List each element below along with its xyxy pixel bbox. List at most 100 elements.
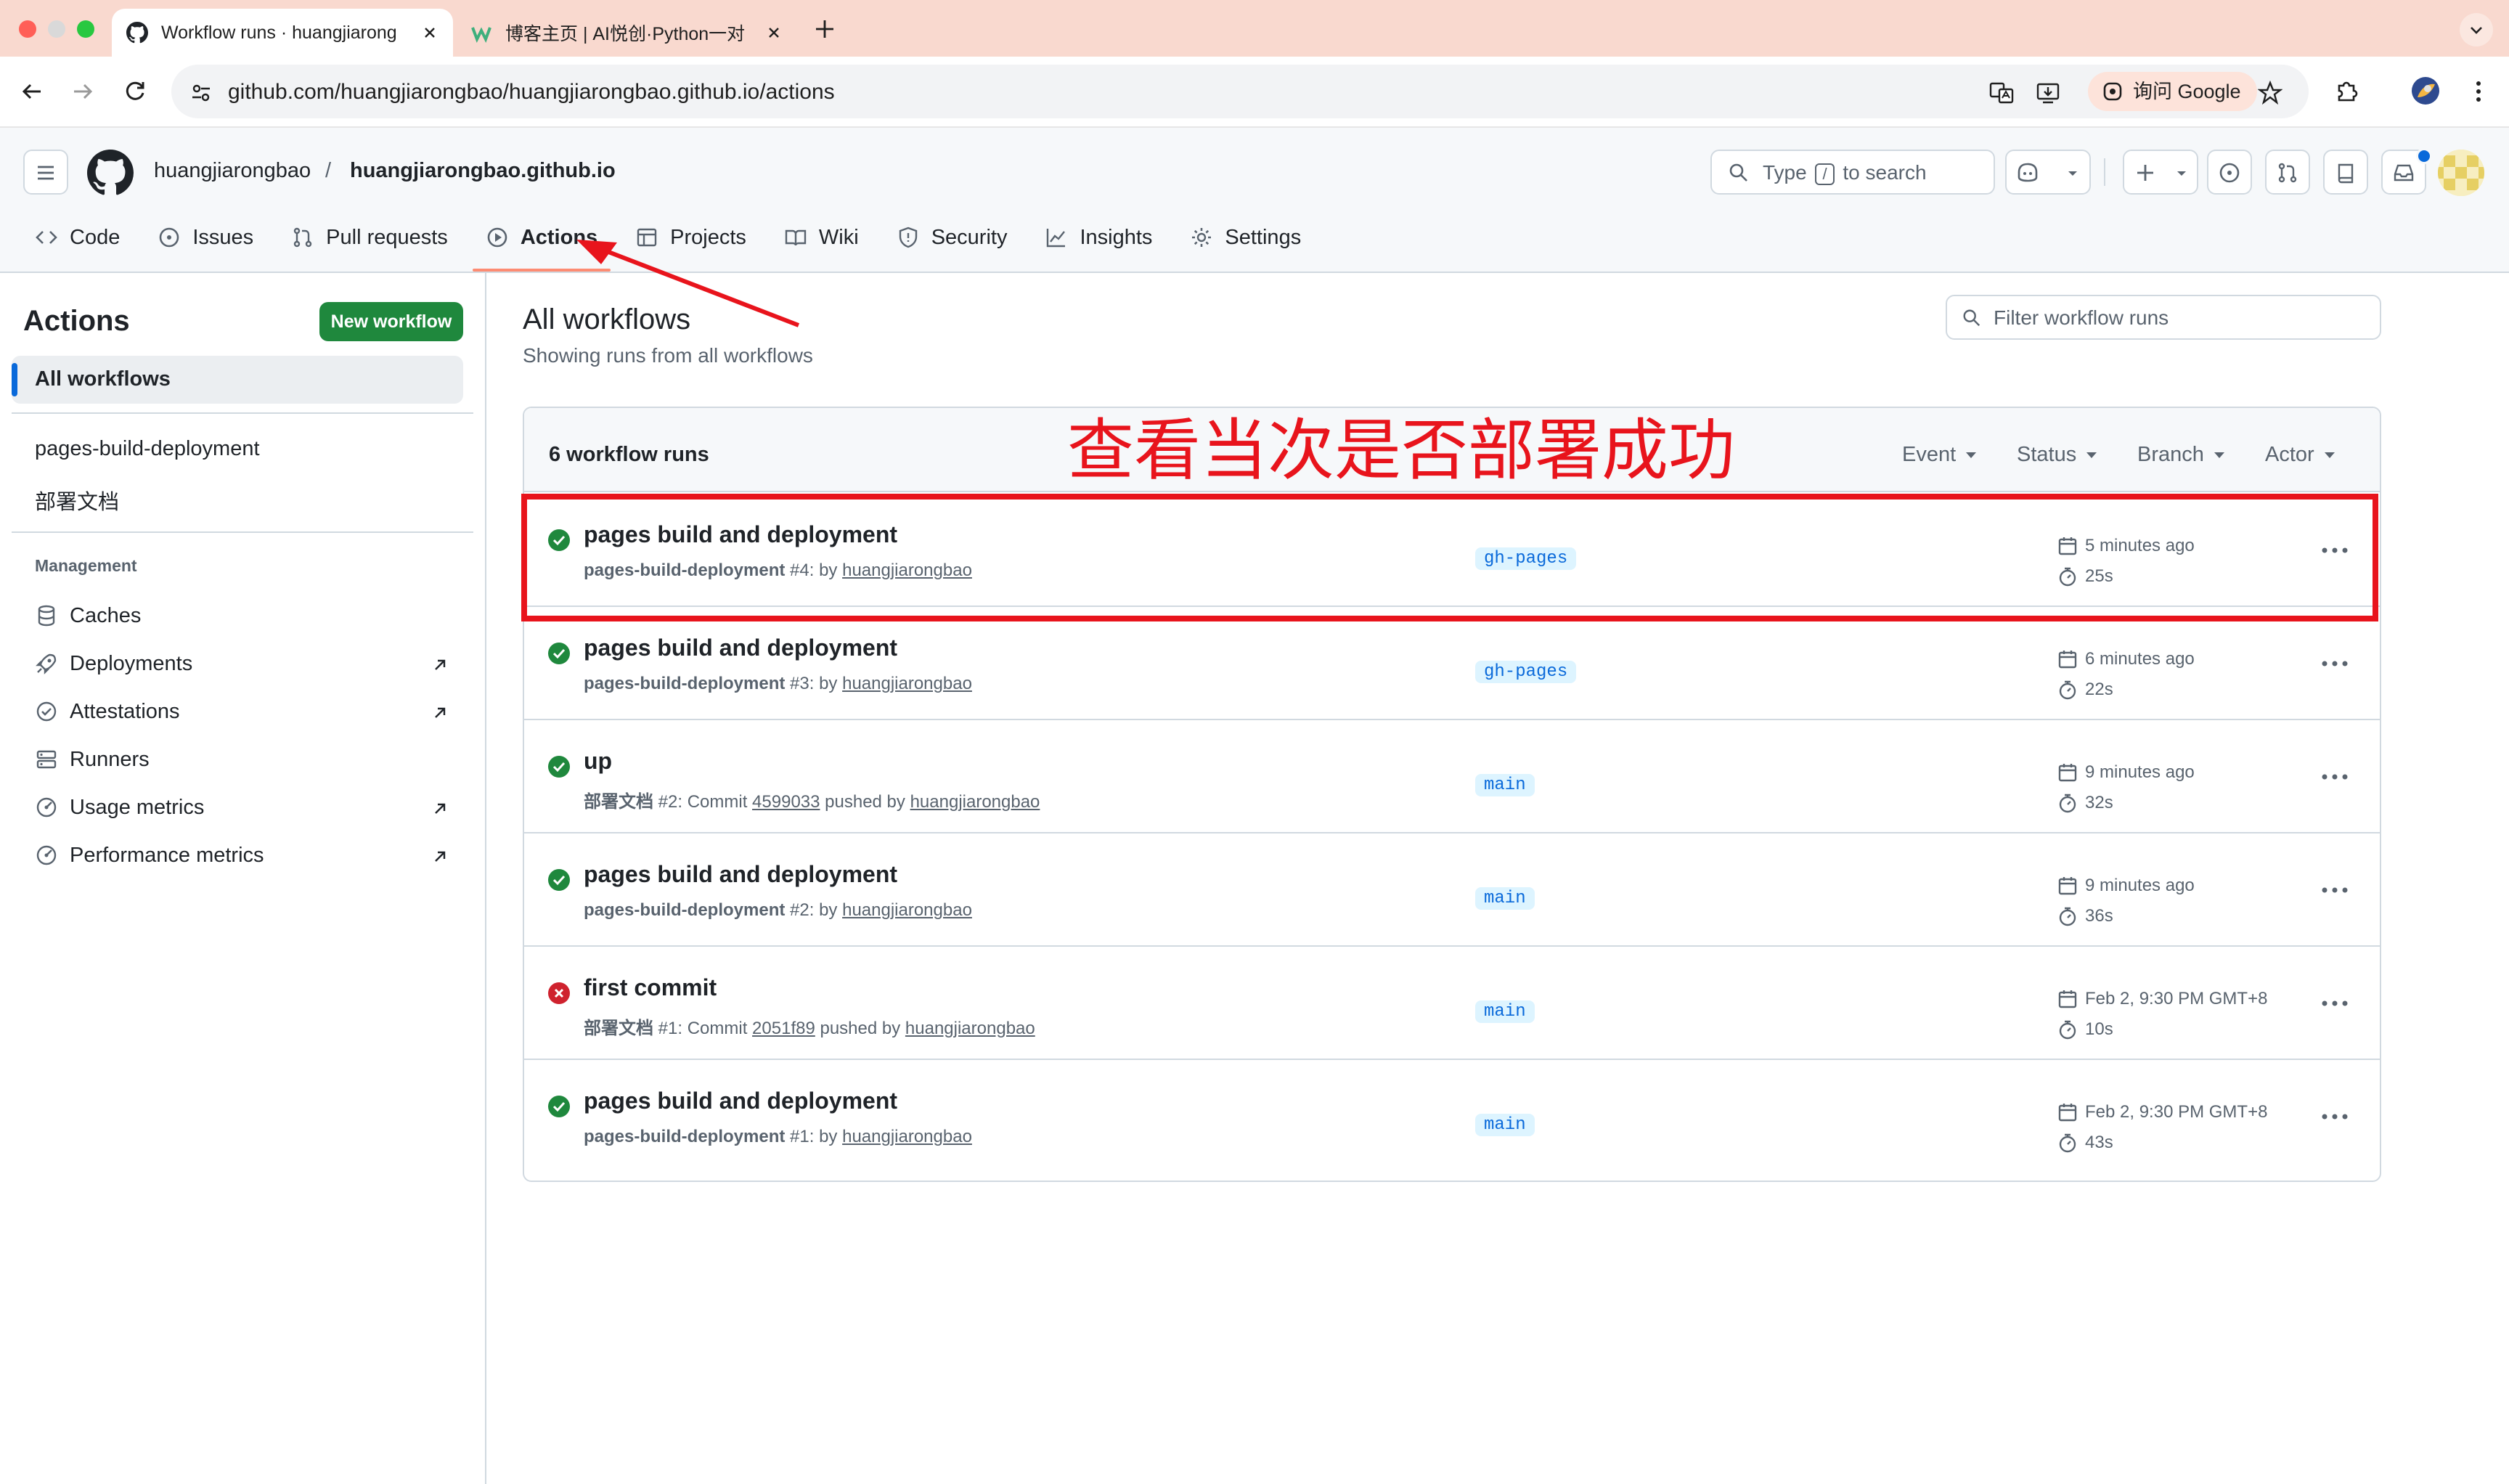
branch-label[interactable]: gh-pages (1475, 661, 1577, 683)
new-tab-plus-icon[interactable] (810, 15, 839, 44)
run-title-link[interactable]: first commit (584, 974, 717, 1001)
tab-settings[interactable]: Settings (1177, 215, 1314, 260)
sidebar-item-deployments[interactable]: Deployments (35, 648, 192, 680)
tab-close-icon[interactable] (423, 25, 437, 40)
kebab-menu-icon[interactable] (2320, 883, 2349, 897)
commit-link[interactable]: 2051f89 (752, 1019, 815, 1038)
browser-menu-icon[interactable] (2471, 78, 2486, 105)
sidebar-item-attestations[interactable]: Attestations (35, 696, 180, 727)
inbox-icon (2394, 164, 2414, 182)
translate-icon[interactable] (1989, 81, 2014, 105)
extensions-puzzle-icon[interactable] (2333, 78, 2359, 105)
reload-icon[interactable] (122, 78, 148, 105)
new-workflow-button[interactable]: New workflow (319, 302, 463, 341)
database-icon (38, 605, 55, 627)
branch-label[interactable]: main (1475, 1000, 1535, 1023)
sidebar-item-label: Performance metrics (70, 843, 264, 867)
run-title-link[interactable]: up (584, 748, 612, 775)
branch-filter-dropdown[interactable]: Branch (2137, 443, 2224, 467)
kebab-menu-icon[interactable] (2320, 770, 2349, 784)
actor-link[interactable]: huangjiarongbao (905, 1019, 1035, 1038)
workflow-run-row[interactable]: pages build and deployment pages-build-d… (524, 832, 2380, 947)
pull-requests-button[interactable] (2265, 150, 2310, 195)
repositories-button[interactable] (2323, 150, 2368, 195)
workflow-run-row[interactable]: pages build and deployment pages-build-d… (524, 606, 2380, 720)
status-filter-dropdown[interactable]: Status (2017, 443, 2097, 467)
breadcrumb-owner-link[interactable]: huangjiarongbao (154, 159, 311, 183)
run-title-link[interactable]: pages build and deployment (584, 861, 897, 888)
tab-pull-requests-label: Pull requests (326, 225, 448, 249)
sidebar-item-runners[interactable]: Runners (35, 743, 150, 775)
ask-google-button[interactable]: 询问 Google (2088, 72, 2257, 111)
tab-pull-requests[interactable]: Pull requests (278, 215, 461, 260)
chevron-down-icon (2068, 171, 2077, 176)
run-number: #1 (658, 1019, 678, 1038)
browser-toolbar: github.com/huangjiarongbao/huangjiarongb… (0, 57, 2509, 126)
branch-label[interactable]: main (1475, 887, 1535, 910)
actor-filter-dropdown[interactable]: Actor (2265, 443, 2335, 467)
user-avatar[interactable] (2438, 150, 2484, 196)
kebab-menu-icon[interactable] (2320, 996, 2349, 1011)
install-app-icon[interactable] (2036, 81, 2060, 105)
stopwatch-icon (2059, 794, 2076, 813)
sidebar-workflow-pages-build-deployment[interactable]: pages-build-deployment (35, 437, 260, 461)
site-info-icon[interactable] (190, 82, 212, 104)
hamburger-menu-button[interactable] (23, 150, 68, 195)
filter-workflow-runs-input[interactable]: Filter workflow runs (1946, 295, 2381, 340)
breadcrumb-repo-link[interactable]: huangjiarongbao.github.io (350, 159, 616, 183)
issues-button[interactable] (2207, 150, 2252, 195)
management-heading: Management (35, 556, 137, 575)
kebab-menu-icon[interactable] (2320, 1109, 2349, 1124)
actor-link[interactable]: huangjiarongbao (842, 1127, 972, 1146)
sidebar-workflow-deploy-docs[interactable]: 部署文档 (35, 485, 119, 515)
tab-search-chevron-icon[interactable] (2460, 13, 2493, 46)
actor-link[interactable]: huangjiarongbao (842, 674, 972, 693)
profile-avatar-icon[interactable] (2410, 76, 2441, 106)
sidebar-item-all-workflows[interactable]: All workflows (12, 356, 463, 404)
forward-arrow-icon[interactable] (70, 78, 96, 105)
branch-label[interactable]: main (1475, 1114, 1535, 1136)
calendar-icon (2058, 1104, 2077, 1122)
sidebar-item-performance-metrics[interactable]: Performance metrics (35, 839, 264, 871)
kebab-menu-icon[interactable] (2320, 656, 2349, 671)
branch-label[interactable]: main (1475, 774, 1535, 796)
calendar-icon (2058, 651, 2077, 669)
window-close-button[interactable] (19, 20, 36, 38)
copilot-button[interactable] (2005, 150, 2091, 195)
window-maximize-button[interactable] (77, 20, 94, 38)
run-timestamp: 6 minutes ago (2057, 649, 2195, 669)
create-new-button[interactable] (2123, 150, 2198, 195)
run-title-link[interactable]: pages build and deployment (584, 1088, 897, 1114)
actor-link[interactable]: huangjiarongbao (842, 900, 972, 920)
window-minimize-button[interactable] (48, 20, 65, 38)
run-duration: 36s (2057, 906, 2113, 926)
global-search-input[interactable]: Type / to search (1710, 150, 1995, 195)
workflow-run-row[interactable]: up 部署文档 #2: Commit 4599033 pushed by hua… (524, 719, 2380, 833)
tab-close-icon[interactable] (767, 25, 781, 40)
run-meta: 部署文档 #1: Commit 2051f89 pushed by huangj… (584, 1019, 1035, 1038)
back-arrow-icon[interactable] (19, 78, 45, 105)
browser-tab-active[interactable]: Workflow runs · huangjiarong (112, 9, 453, 57)
tab-insights[interactable]: Insights (1032, 215, 1165, 260)
address-bar[interactable]: github.com/huangjiarongbao/huangjiarongb… (171, 65, 2309, 118)
workflow-run-row[interactable]: pages build and deployment pages-build-d… (524, 1059, 2380, 1172)
bookmark-star-icon[interactable] (2258, 81, 2282, 105)
url-text[interactable]: github.com/huangjiarongbao/huangjiarongb… (228, 80, 835, 105)
run-workflow-name: 部署文档 (584, 792, 653, 812)
github-logo-icon[interactable] (87, 150, 134, 196)
tab-code[interactable]: Code (22, 215, 133, 260)
actor-link[interactable]: huangjiarongbao (910, 792, 1040, 812)
tab-security[interactable]: Security (884, 215, 1021, 260)
runs-count: 6 workflow runs (549, 443, 709, 466)
event-filter-dropdown[interactable]: Event (1902, 443, 1977, 467)
notification-dot (2416, 148, 2432, 164)
run-title-link[interactable]: pages build and deployment (584, 635, 897, 661)
gear-icon (1192, 228, 1212, 247)
sidebar-item-usage-metrics[interactable]: Usage metrics (35, 791, 204, 823)
issue-icon (2219, 163, 2240, 183)
sidebar-item-caches[interactable]: Caches (35, 600, 141, 632)
commit-link[interactable]: 4599033 (752, 792, 820, 812)
tab-issues[interactable]: Issues (144, 215, 266, 260)
browser-tab[interactable]: 博客主页 | AI悦创·Python一对 (456, 9, 797, 57)
workflow-run-row[interactable]: first commit 部署文档 #1: Commit 2051f89 pus… (524, 945, 2380, 1060)
